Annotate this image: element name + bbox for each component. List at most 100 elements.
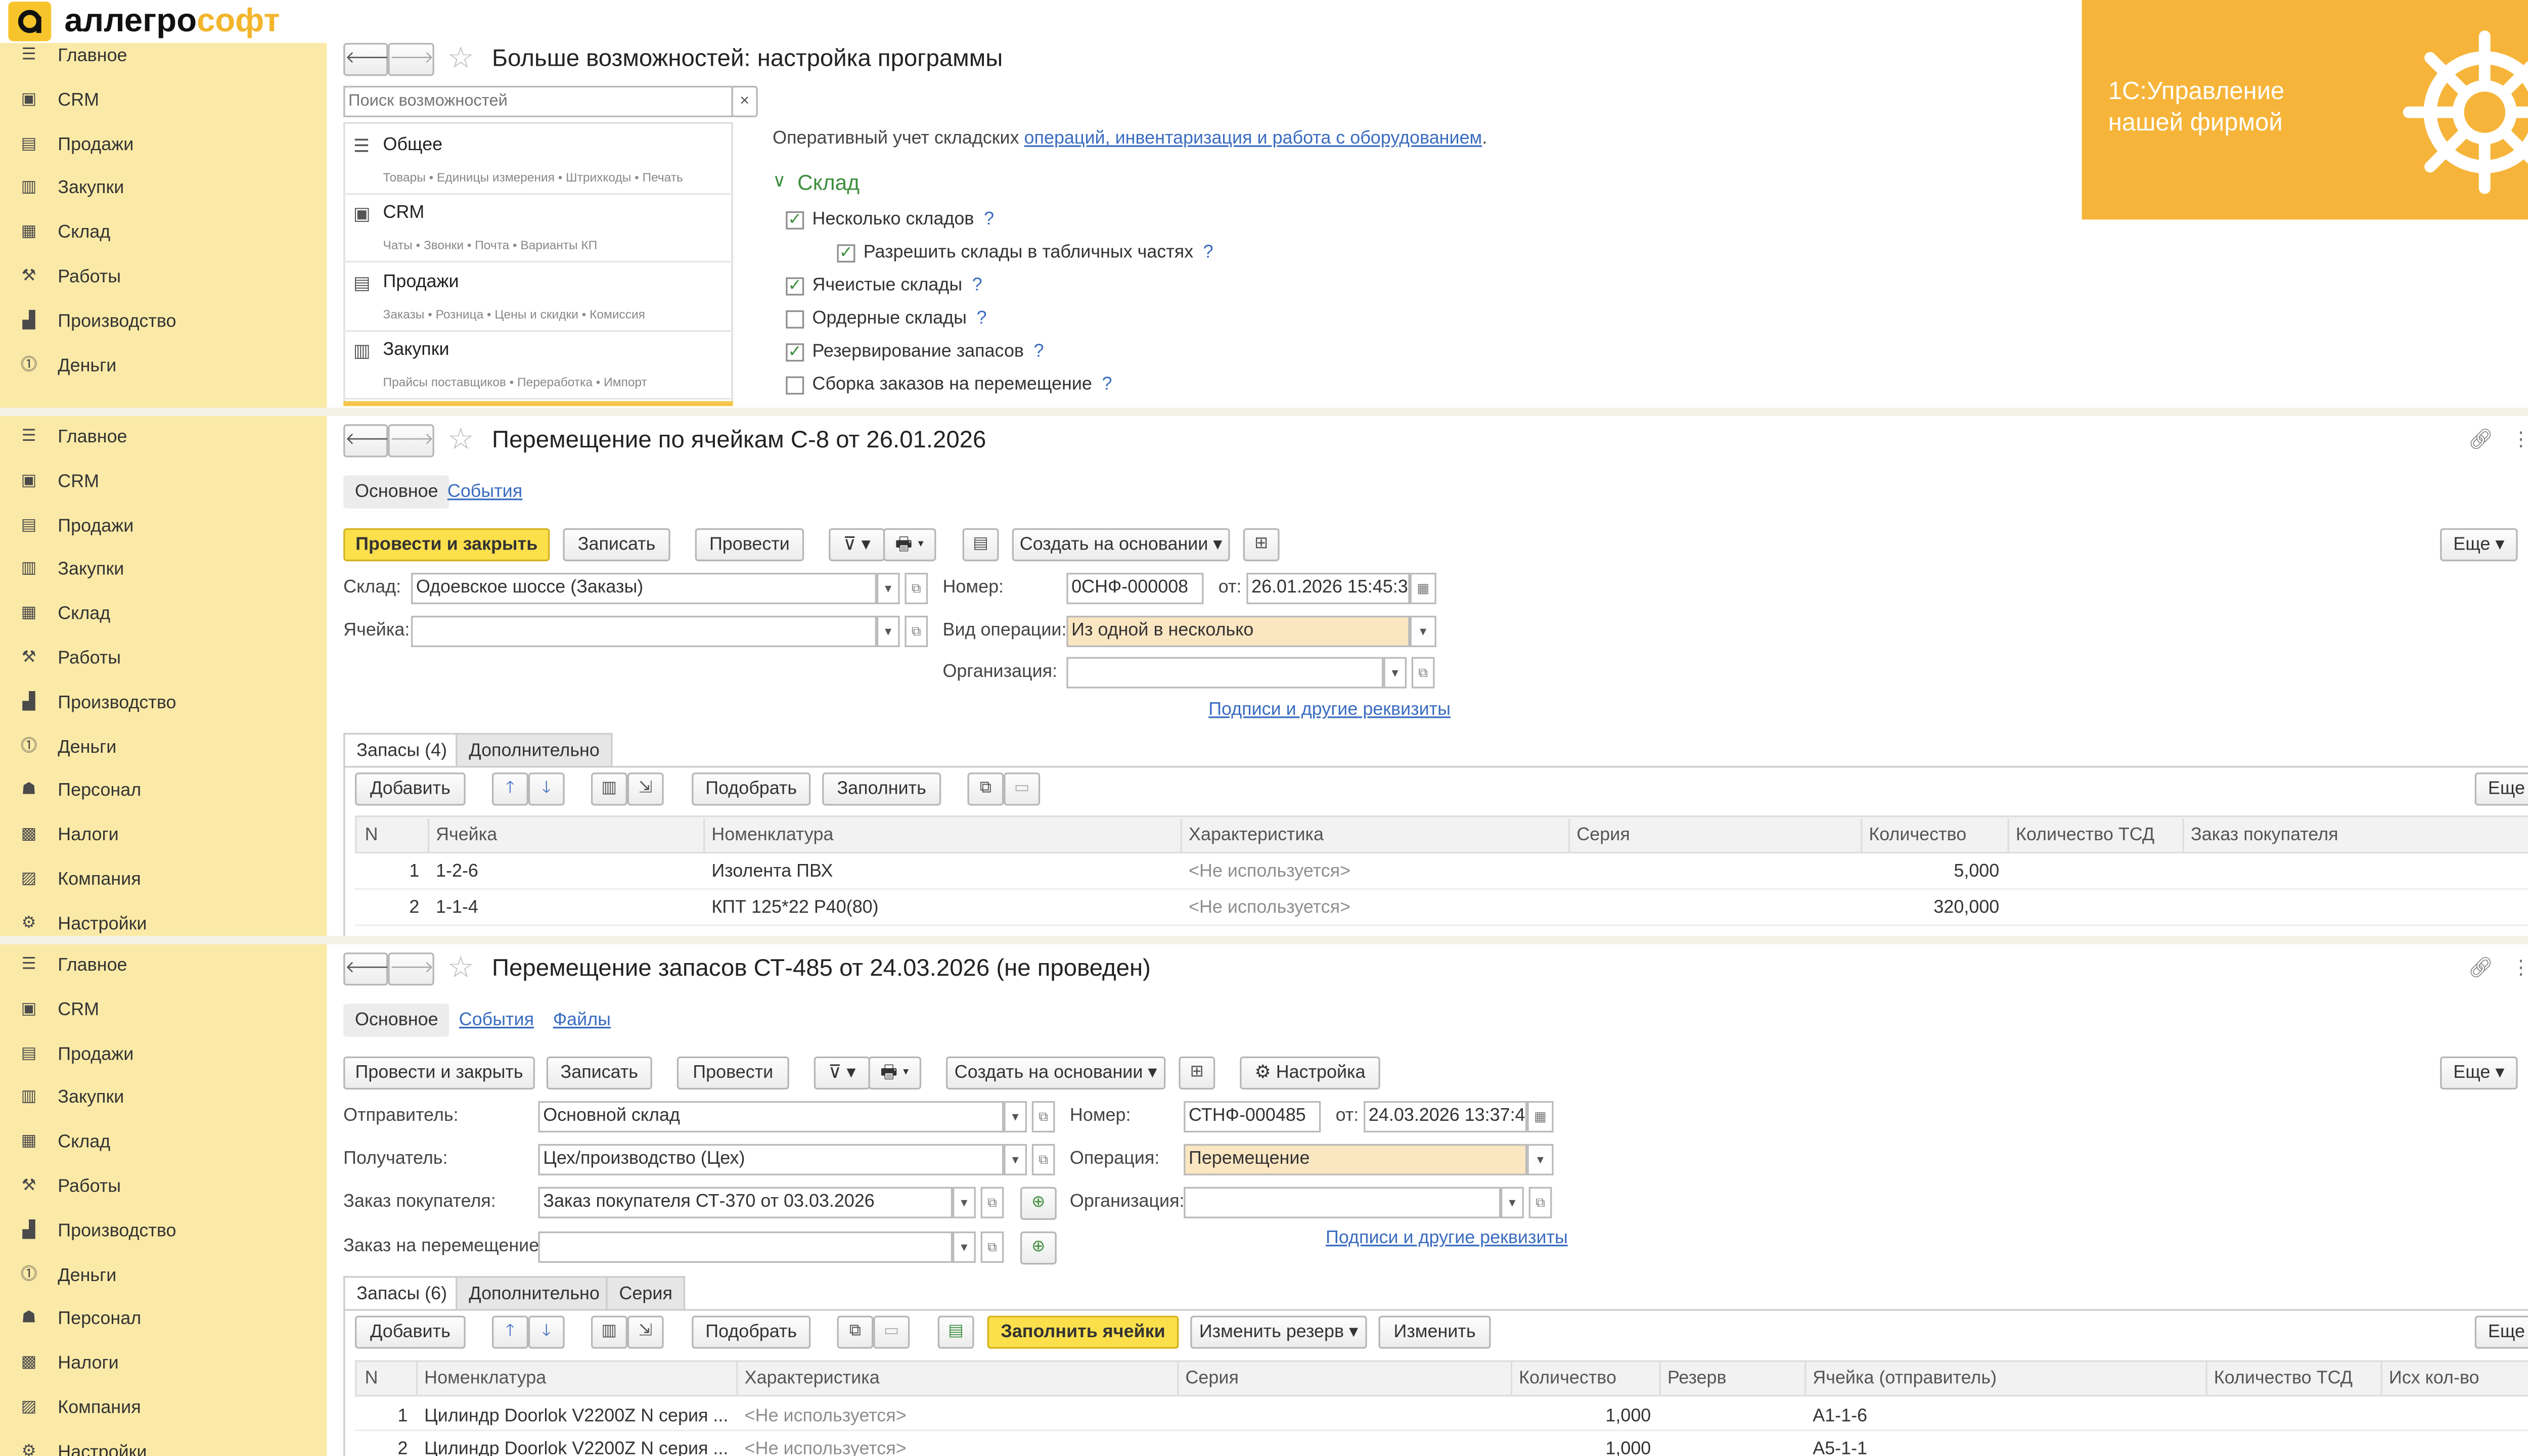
sidebar-item-8[interactable]: ☗ Персонал [20,782,141,801]
sidebar-item-5[interactable]: ⚒ Работы [20,267,121,287]
create-based-on-button[interactable]: Создать на основании ▾ [1012,528,1230,562]
settings-button[interactable]: ⚙ Настройка [1240,1056,1380,1090]
date-field[interactable]: 24.03.2026 13:37:48 [1364,1101,1527,1132]
customer-order-field[interactable]: Заказ покупателя СТ-370 от 03.03.2026 [538,1187,953,1218]
create-based-on-button[interactable]: Создать на основании ▾ [946,1056,1166,1090]
sidebar-item-1[interactable]: ▣ CRM [20,90,99,110]
sidebar-item-11[interactable]: ⚙ Настройки [20,914,147,934]
organization-field[interactable] [1066,657,1384,689]
column-header[interactable]: Ячейка (отправитель) [1813,1369,1997,1388]
post-and-close-button[interactable]: Провести и закрыть [343,528,550,562]
tab-stocks[interactable]: Запасы (6) [343,1276,461,1309]
move-order-field[interactable] [538,1231,953,1263]
structure-icon[interactable]: ⊞ [1243,528,1280,562]
option-checkbox[interactable]: ✓ [786,277,804,296]
open-icon[interactable]: ⧉ [1528,1187,1552,1218]
column-header[interactable]: Количество ТСД [2214,1369,2353,1388]
list-icon[interactable]: ▤ [962,528,999,562]
section-title[interactable]: CRM [383,204,425,223]
help-icon[interactable]: ? [1203,243,1213,262]
sidebar-item-4[interactable]: ▦ Склад [20,223,111,243]
sidebar-item-4[interactable]: ▦ Склад [20,605,111,624]
structure-icon[interactable]: ⊞ [1179,1056,1215,1090]
open-icon[interactable]: ⧉ [1031,1101,1055,1132]
post-button[interactable]: Провести [676,1056,789,1090]
post-and-close-button[interactable]: Провести и закрыть [343,1056,535,1090]
dropdown-arrow-icon[interactable]: ▾ [953,1187,976,1218]
sidebar-item-5[interactable]: ⚒ Работы [20,1177,121,1197]
add-row-button[interactable]: Добавить [355,1315,466,1349]
sidebar-item-1[interactable]: ▣ CRM [20,1000,99,1020]
help-icon[interactable]: ? [1034,342,1044,361]
option-checkbox[interactable] [786,310,804,329]
sidebar-item-7[interactable]: ⓵ Деньги [20,1265,116,1285]
open-icon[interactable]: ⧉ [905,573,928,605]
sidebar-item-11[interactable]: ⚙ Настройки [20,1442,147,1456]
column-header[interactable]: Ячейка [436,826,497,845]
sidebar-item-6[interactable]: ▟ Производство [20,311,176,331]
calendar-icon[interactable]: ▦ [1410,573,1436,605]
change-reserve-button[interactable]: Изменить резерв ▾ [1190,1315,1367,1349]
column-header[interactable]: N [365,1369,378,1388]
operation-type-field[interactable]: Из одной в несколько [1066,615,1410,647]
sidebar-item-7[interactable]: ⓵ Деньги [20,737,116,757]
option-checkbox[interactable]: ✓ [786,211,804,230]
help-icon[interactable]: ? [977,309,987,329]
pick-button[interactable]: Подобрать [692,772,811,806]
tab-stocks[interactable]: Запасы (4) [343,733,461,766]
operation-field[interactable]: Перемещение [1184,1144,1527,1175]
column-header[interactable]: Серия [1576,826,1630,845]
pick-button[interactable]: Подобрать [692,1315,811,1349]
option-checkbox[interactable] [786,376,804,395]
tab-main[interactable]: Основное [343,1004,450,1037]
copy-icon[interactable]: ⧉ [837,1315,874,1349]
column-header[interactable]: Количество [1869,826,1966,845]
create-document-icon[interactable]: ⊕ [1020,1231,1057,1265]
fill-cells-button[interactable]: Заполнить ячейки [987,1315,1179,1349]
link-icon[interactable]: 🔗︎ [2468,428,2494,451]
signatures-link[interactable]: Подписи и другие реквизиты [1208,700,1451,719]
move-up-icon[interactable]: 🡑 [492,1315,528,1349]
dropdown-arrow-icon[interactable]: ▾ [953,1231,976,1263]
excel-icon[interactable]: ▤ [937,1315,974,1349]
dropdown-arrow-icon[interactable]: ▾ [1383,657,1407,689]
section-title[interactable]: Продажи [383,271,459,291]
sidebar-item-2[interactable]: ▤ Продажи [20,516,134,536]
forward-button[interactable]: 🡒 [388,42,434,76]
sidebar-item-5[interactable]: ⚒ Работы [20,649,121,668]
favorite-star-icon[interactable]: ☆ [447,951,474,986]
warehouse-field[interactable]: Одоевское шоссе (Заказы) [411,573,877,605]
column-header[interactable]: Заказ покупателя [2191,826,2338,845]
search-clear-icon[interactable]: × [731,85,758,117]
column-header[interactable]: Номенклатура [711,826,833,845]
copy-icon[interactable]: ⧉ [967,772,1004,806]
move-down-icon[interactable]: 🡓 [528,772,565,806]
open-icon[interactable]: ⧉ [1031,1144,1055,1175]
column-header[interactable]: Резерв [1667,1369,1727,1388]
column-header[interactable]: Номенклатура [424,1369,546,1388]
sidebar-item-0[interactable]: ☰ Главное [20,428,127,447]
more-actions-icon[interactable]: ⋮ [2511,956,2528,979]
sidebar-item-0[interactable]: ☰ Главное [20,956,127,976]
tab-additional[interactable]: Дополнительно [456,1276,613,1309]
post-button[interactable]: Провести [695,528,804,562]
tab-events[interactable]: События [459,1004,534,1036]
save-button[interactable]: Записать [546,1056,652,1090]
back-button[interactable]: 🡐 [343,424,389,458]
column-header[interactable]: Количество ТСД [2016,826,2154,845]
tab-additional[interactable]: Дополнительно [456,733,613,766]
sidebar-item-7[interactable]: ⓵ Деньги [20,356,116,376]
change-button[interactable]: Изменить [1378,1315,1491,1349]
sidebar-item-10[interactable]: ▨ Компания [20,870,141,890]
sidebar-item-0[interactable]: ☰ Главное [20,46,127,66]
move-down-icon[interactable]: 🡓 [528,1315,565,1349]
operations-link[interactable]: операций, инвентаризация и работа с обор… [1024,129,1482,149]
help-icon[interactable]: ? [972,276,982,295]
help-icon[interactable]: ? [1102,375,1112,394]
column-header[interactable]: N [365,826,378,845]
paste-icon[interactable]: ▭ [873,1315,910,1349]
tsd-icon[interactable]: ⇲ [627,772,664,806]
link-icon[interactable]: 🔗︎ [2468,956,2494,979]
back-button[interactable]: 🡐 [343,952,389,986]
barcode-icon[interactable]: ▥ [591,1315,627,1349]
